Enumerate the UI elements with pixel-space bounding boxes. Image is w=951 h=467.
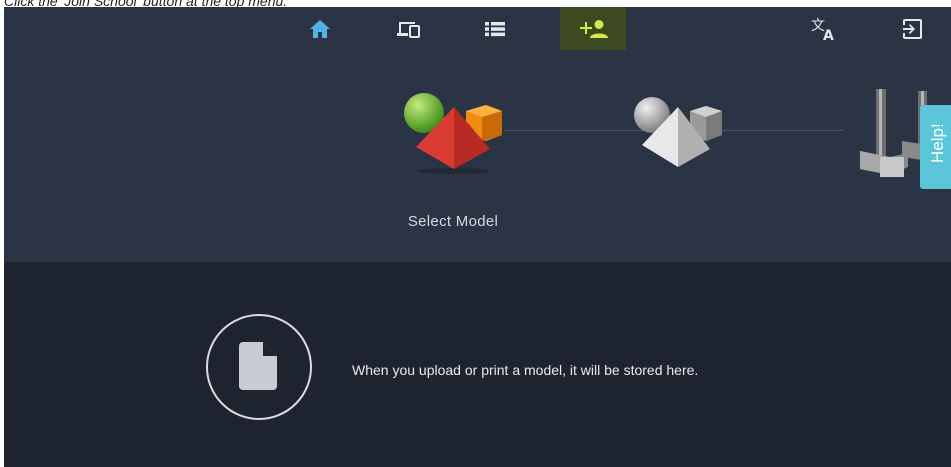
header-panel: 文 A Select Model (4, 7, 951, 262)
step-select-model-label: Select Model (407, 213, 499, 230)
help-button[interactable]: Help! (920, 105, 951, 189)
nav-join-school-button[interactable] (560, 7, 626, 50)
list-icon (485, 21, 505, 36)
svg-text:A: A (823, 28, 834, 41)
nav-logout-button[interactable] (892, 7, 932, 50)
step-select-model[interactable] (402, 91, 506, 180)
home-icon (310, 19, 330, 38)
empty-state-circle (206, 314, 312, 420)
model-shapes-gray-icon (634, 97, 722, 167)
app-window: 文 A Select Model When you upload or prin… (4, 7, 951, 467)
nav-home-button[interactable] (301, 7, 339, 50)
translate-icon: 文 A (811, 18, 834, 41)
file-icon (239, 342, 277, 390)
models-panel: When you upload or print a model, it wil… (4, 262, 951, 467)
step-configure[interactable] (632, 95, 726, 176)
model-shapes-icon (404, 93, 502, 174)
empty-state-message: When you upload or print a model, it wil… (352, 362, 699, 378)
nav-list-button[interactable] (476, 7, 514, 50)
logout-icon (903, 18, 922, 39)
devices-icon (397, 21, 420, 38)
add-person-icon (580, 19, 608, 38)
help-label: Help! (928, 123, 947, 163)
nav-language-button[interactable]: 文 A (804, 7, 844, 50)
nav-devices-button[interactable] (388, 7, 428, 50)
